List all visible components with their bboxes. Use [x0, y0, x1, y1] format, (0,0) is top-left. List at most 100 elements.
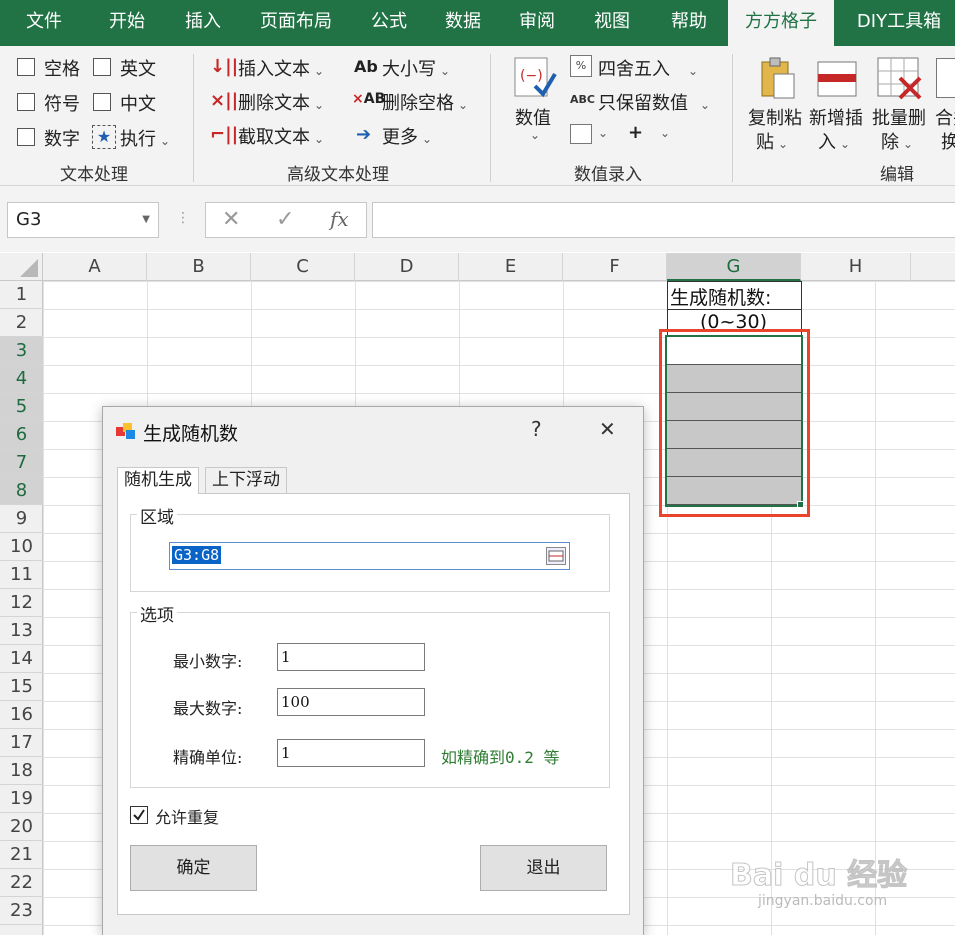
row-header[interactable]: 13 — [0, 617, 43, 645]
max-label: 最大数字: — [173, 699, 243, 718]
row-header[interactable]: 19 — [0, 785, 43, 813]
tab-insert[interactable]: 插入 — [166, 0, 240, 46]
label-space: 空格 — [44, 59, 80, 80]
column-header-d[interactable]: D — [355, 253, 459, 281]
row-header[interactable]: 17 — [0, 729, 43, 757]
edit-form-dropdown[interactable]: ⌄ — [598, 126, 608, 140]
formula-buttons: ✕ ✓ fx — [205, 202, 367, 238]
row-header[interactable]: 6 — [0, 421, 43, 449]
row-header[interactable]: 14 — [0, 645, 43, 673]
svg-text:(−): (−) — [520, 68, 543, 84]
tab-float[interactable]: 上下浮动 — [205, 467, 287, 493]
row-header[interactable]: 9 — [0, 505, 43, 533]
tab-view[interactable]: 视图 — [574, 0, 650, 46]
cell-g1[interactable]: 生成随机数: — [670, 283, 771, 310]
new-insert-button[interactable]: 新增插 — [809, 104, 863, 130]
extract-text-button[interactable]: 截取文本 ⌄ — [238, 123, 324, 149]
checkbox-space[interactable] — [17, 58, 35, 76]
add-button[interactable]: + — [628, 122, 643, 143]
merge-button[interactable]: 合并 — [935, 104, 955, 130]
row-header[interactable]: 10 — [0, 533, 43, 561]
execute-icon[interactable]: ★ — [92, 125, 116, 149]
row-header[interactable]: 7 — [0, 449, 43, 477]
checkbox-number[interactable] — [17, 128, 35, 146]
more-button[interactable]: 更多 ⌄ — [382, 123, 432, 149]
tab-help[interactable]: 帮助 — [650, 0, 728, 46]
tab-page-layout[interactable]: 页面布局 — [240, 0, 352, 46]
allow-repeat-label: 允许重复 — [155, 808, 220, 827]
copy-paste-icon — [758, 56, 798, 102]
insert-function-icon[interactable]: fx — [330, 207, 349, 231]
execute-button[interactable]: 执行 ⌄ — [120, 125, 170, 151]
drag-handle-icon[interactable]: ⋮ — [176, 210, 190, 226]
copy-paste-button[interactable]: 复制粘 — [748, 104, 802, 130]
remove-spaces-button[interactable]: 删除空格 ⌄ — [382, 89, 468, 115]
new-insert-icon — [816, 60, 858, 98]
row-header[interactable]: 15 — [0, 673, 43, 701]
insert-text-button[interactable]: 插入文本 ⌄ — [238, 55, 324, 81]
row-header[interactable]: 8 — [0, 477, 43, 505]
name-box-value: G3 — [16, 209, 42, 230]
tab-random-generate[interactable]: 随机生成 — [117, 467, 199, 494]
tab-formulas[interactable]: 公式 — [352, 0, 426, 46]
tab-data[interactable]: 数据 — [426, 0, 500, 46]
precision-input[interactable]: 1 — [277, 739, 425, 767]
row-header[interactable]: 18 — [0, 757, 43, 785]
case-button[interactable]: 大小写 ⌄ — [382, 55, 450, 81]
exit-button[interactable]: 退出 — [480, 845, 607, 891]
row-header[interactable]: 1 — [0, 281, 43, 309]
min-number-input[interactable]: 1 — [277, 643, 425, 671]
row-header[interactable]: 12 — [0, 589, 43, 617]
add-dropdown[interactable]: ⌄ — [660, 126, 670, 140]
numeric-value-button[interactable]: 数值 — [515, 104, 551, 130]
new-insert-button-line2[interactable]: 入 ⌄ — [818, 128, 850, 154]
tab-review[interactable]: 审阅 — [500, 0, 574, 46]
area-value: G3:G8 — [172, 546, 222, 564]
row-header[interactable]: 20 — [0, 813, 43, 841]
batch-delete-button-line2[interactable]: 除 ⌄ — [881, 128, 913, 154]
column-header-b[interactable]: B — [147, 253, 251, 281]
copy-paste-button-line2[interactable]: 贴 ⌄ — [756, 128, 788, 154]
tab-diy-toolbox[interactable]: DIY工具箱 — [834, 0, 955, 46]
row-header[interactable]: 5 — [0, 393, 43, 421]
cancel-icon[interactable]: ✕ — [222, 207, 240, 232]
row-header[interactable]: 2 — [0, 309, 43, 337]
range-picker-icon[interactable] — [546, 547, 566, 565]
batch-delete-button[interactable]: 批量删 — [872, 104, 926, 130]
edit-form-icon[interactable] — [570, 124, 592, 144]
column-header-e[interactable]: E — [459, 253, 563, 281]
merge-button-line2[interactable]: 换 — [941, 128, 955, 154]
row-header[interactable]: 4 — [0, 365, 43, 393]
tab-fangfang[interactable]: 方方格子 — [728, 0, 834, 46]
close-button[interactable]: ✕ — [599, 417, 616, 441]
checkbox-chinese[interactable] — [93, 93, 111, 111]
select-all-button[interactable] — [0, 253, 43, 281]
checkbox-english[interactable] — [93, 58, 111, 76]
row-header[interactable]: 11 — [0, 561, 43, 589]
enter-icon[interactable]: ✓ — [276, 207, 294, 232]
keep-numbers-button[interactable]: 只保留数值 ⌄ — [598, 89, 710, 115]
row-header[interactable]: 23 — [0, 897, 43, 925]
column-header-g[interactable]: G — [667, 253, 801, 281]
row-header[interactable]: 16 — [0, 701, 43, 729]
row-header[interactable]: 21 — [0, 841, 43, 869]
max-number-input[interactable]: 100 — [277, 688, 425, 716]
checkbox-symbol[interactable] — [17, 93, 35, 111]
delete-text-button[interactable]: 删除文本 ⌄ — [238, 89, 324, 115]
help-button[interactable]: ? — [531, 417, 542, 441]
tab-file[interactable]: 文件 — [0, 0, 88, 46]
formula-input[interactable] — [372, 202, 955, 238]
ok-button[interactable]: 确定 — [130, 845, 257, 891]
round-button[interactable]: 四舍五入 ⌄ — [598, 55, 698, 81]
tab-home[interactable]: 开始 — [88, 0, 166, 46]
area-input[interactable]: G3:G8 — [169, 542, 570, 570]
row-header[interactable]: 3 — [0, 337, 43, 365]
column-header-h[interactable]: H — [801, 253, 911, 281]
name-box[interactable]: G3 ▼ — [7, 202, 159, 238]
allow-repeat-checkbox[interactable] — [130, 806, 148, 824]
row-header[interactable]: 22 — [0, 869, 43, 897]
column-header-a[interactable]: A — [43, 253, 147, 281]
chevron-down-icon[interactable]: ▼ — [142, 203, 150, 237]
column-header-c[interactable]: C — [251, 253, 355, 281]
column-header-f[interactable]: F — [563, 253, 667, 281]
